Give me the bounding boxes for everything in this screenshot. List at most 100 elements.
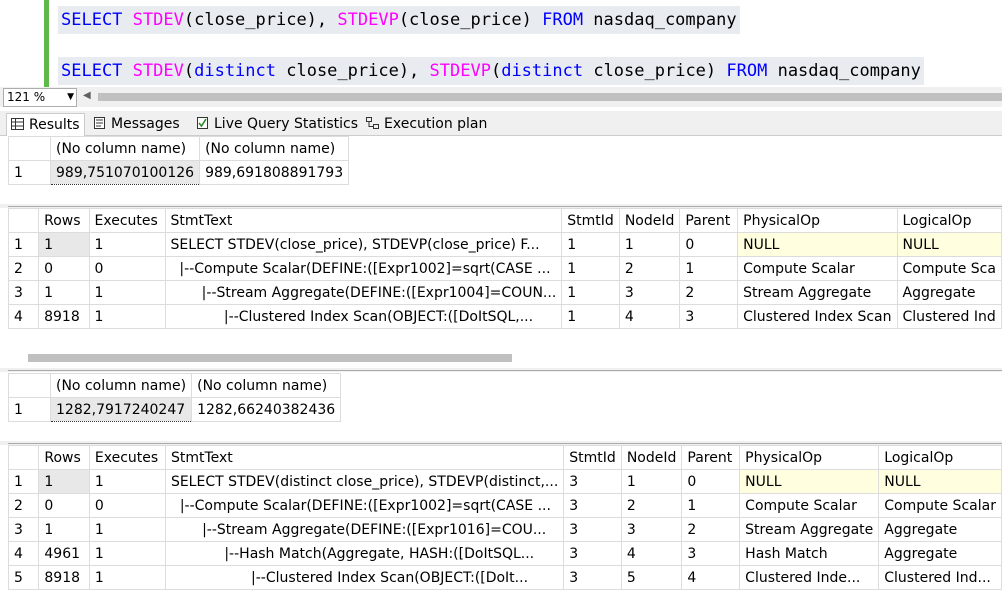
row-number[interactable]: 1 [7, 232, 40, 257]
zoom-select[interactable]: 121 % ▼ [3, 88, 77, 107]
table-cell[interactable]: 1 [620, 469, 683, 494]
table-cell[interactable]: 1 [88, 565, 166, 590]
table-cell[interactable]: 1 [88, 469, 166, 494]
table-row[interactable]: 2 0 0 |--Compute Scalar(DEFINE:([Expr100… [7, 256, 1002, 281]
column-header[interactable]: (No column name) [49, 373, 193, 398]
column-header[interactable]: Parent [681, 445, 741, 470]
table-cell[interactable]: 4 [620, 541, 683, 566]
table-cell[interactable]: 989,751070100126 [49, 160, 201, 185]
column-header[interactable]: StmtText [164, 445, 565, 470]
stats-grid-2[interactable]: Rows Executes StmtText StmtId NodeId Par… [7, 445, 1002, 590]
table-cell[interactable]: Clustered Ind [896, 304, 1002, 329]
column-header[interactable]: LogicalOp [896, 208, 1002, 233]
table-cell[interactable]: 0 [38, 256, 90, 281]
corner-cell[interactable] [8, 373, 51, 398]
row-number[interactable]: 4 [7, 541, 40, 566]
table-cell[interactable]: Aggregate [896, 280, 1002, 305]
table-cell[interactable]: 0 [681, 469, 741, 494]
table-cell[interactable]: 3 [681, 541, 741, 566]
query-editor[interactable]: SELECT STDEV(close_price), STDEVP(close_… [0, 0, 1002, 87]
table-row[interactable]: 2 0 0 |--Compute Scalar(DEFINE:([Expr100… [7, 493, 1002, 518]
table-row[interactable]: 1 1 1 SELECT STDEV(close_price), STDEVP(… [7, 232, 1002, 257]
table-cell[interactable]: 3 [563, 541, 622, 566]
column-header[interactable]: LogicalOp [878, 445, 1002, 470]
table-cell[interactable]: |--Compute Scalar(DEFINE:([Expr1002]=sqr… [164, 256, 563, 281]
table-cell[interactable]: |--Stream Aggregate(DEFINE:([Expr1004]=C… [164, 280, 563, 305]
table-cell[interactable]: Compute Scalar [878, 493, 1002, 518]
table-cell[interactable]: Stream Aggregate [737, 280, 898, 305]
table-cell[interactable]: 1282,66240382436 [191, 397, 342, 422]
table-cell[interactable]: 3 [563, 517, 622, 542]
stats-grid-1[interactable]: Rows Executes StmtText StmtId NodeId Par… [7, 208, 1002, 329]
table-row[interactable]: 1 1282,7917240247 1282,66240382436 [8, 397, 342, 422]
table-cell[interactable]: 0 [38, 493, 90, 518]
column-header[interactable]: Executes [88, 208, 166, 233]
table-cell[interactable]: NULL [737, 232, 898, 257]
table-cell[interactable]: 5 [620, 565, 683, 590]
table-cell[interactable]: SELECT STDEV(close_price), STDEVP(close_… [164, 232, 563, 257]
table-cell[interactable]: 1 [88, 304, 166, 329]
table-cell[interactable]: 1 [38, 469, 90, 494]
table-cell[interactable]: Compute Scalar [739, 493, 880, 518]
table-cell[interactable]: NULL [896, 232, 1002, 257]
table-cell[interactable]: 3 [679, 304, 739, 329]
table-cell[interactable]: 2 [618, 256, 681, 281]
row-number[interactable]: 2 [7, 256, 40, 281]
tab-execution-plan[interactable]: Execution plan [362, 113, 491, 135]
table-cell[interactable]: Compute Sca [896, 256, 1002, 281]
table-cell[interactable]: 1 [561, 280, 620, 305]
table-row[interactable]: 4 8918 1 |--Clustered Index Scan(OBJECT:… [7, 304, 1002, 329]
table-cell[interactable]: 1 [681, 493, 741, 518]
table-cell[interactable]: 3 [618, 280, 681, 305]
table-cell[interactable]: 3 [563, 565, 622, 590]
table-row[interactable]: 1 989,751070100126 989,691808891793 [8, 160, 350, 185]
column-header[interactable]: (No column name) [49, 136, 201, 161]
table-cell[interactable]: Compute Scalar [737, 256, 898, 281]
row-number[interactable]: 1 [7, 469, 40, 494]
corner-cell[interactable] [8, 136, 51, 161]
table-cell[interactable]: Aggregate [878, 541, 1002, 566]
table-cell[interactable]: Clustered Ind... [878, 565, 1002, 590]
table-cell[interactable]: 0 [88, 493, 166, 518]
table-cell[interactable]: Hash Match [739, 541, 880, 566]
code-line-1[interactable]: SELECT STDEV(close_price), STDEVP(close_… [58, 6, 740, 34]
row-number[interactable]: 5 [7, 565, 40, 590]
table-cell[interactable]: 0 [88, 256, 166, 281]
corner-cell[interactable] [7, 445, 40, 470]
row-number[interactable]: 1 [8, 397, 51, 422]
table-cell[interactable]: 0 [679, 232, 739, 257]
table-cell[interactable]: Clustered Index Scan [737, 304, 898, 329]
column-header[interactable]: PhysicalOp [737, 208, 898, 233]
table-cell[interactable]: 4 [618, 304, 681, 329]
table-cell[interactable]: 1282,7917240247 [49, 397, 193, 422]
table-cell[interactable]: 8918 [38, 304, 90, 329]
table-cell[interactable]: 2 [681, 517, 741, 542]
column-header[interactable]: (No column name) [199, 136, 350, 161]
code-line-2[interactable]: SELECT STDEV(distinct close_price), STDE… [58, 57, 924, 85]
row-number[interactable]: 4 [7, 304, 40, 329]
column-header[interactable]: Executes [88, 445, 166, 470]
tab-messages[interactable]: Messages [89, 113, 184, 135]
table-cell[interactable]: 1 [38, 280, 90, 305]
table-cell[interactable]: Stream Aggregate [739, 517, 880, 542]
table-cell[interactable]: 1 [88, 232, 166, 257]
table-cell[interactable]: |--Hash Match(Aggregate, HASH:([DoItSQL.… [164, 541, 565, 566]
column-header[interactable]: (No column name) [191, 373, 342, 398]
table-cell[interactable]: 3 [620, 517, 683, 542]
table-cell[interactable]: 3 [563, 493, 622, 518]
tab-results[interactable]: Results [6, 113, 85, 136]
table-cell[interactable]: 989,691808891793 [199, 160, 350, 185]
table-cell[interactable]: 1 [38, 232, 90, 257]
table-row[interactable]: 4 4961 1 |--Hash Match(Aggregate, HASH:(… [7, 541, 1002, 566]
result-grid-2[interactable]: (No column name) (No column name) 1 1282… [8, 373, 342, 422]
table-row[interactable]: 3 1 1 |--Stream Aggregate(DEFINE:([Expr1… [7, 280, 1002, 305]
column-header[interactable]: PhysicalOp [739, 445, 880, 470]
table-row[interactable]: 5 8918 1 |--Clustered Index Scan(OBJECT:… [7, 565, 1002, 590]
table-cell[interactable]: 4 [681, 565, 741, 590]
column-header[interactable]: StmtId [561, 208, 620, 233]
table-cell[interactable]: 1 [88, 517, 166, 542]
table-cell[interactable]: |--Compute Scalar(DEFINE:([Expr1002]=sqr… [164, 493, 565, 518]
column-header[interactable]: Rows [38, 208, 90, 233]
table-row[interactable]: 3 1 1 |--Stream Aggregate(DEFINE:([Expr1… [7, 517, 1002, 542]
editor-horizontal-scrollbar[interactable] [98, 93, 1002, 101]
